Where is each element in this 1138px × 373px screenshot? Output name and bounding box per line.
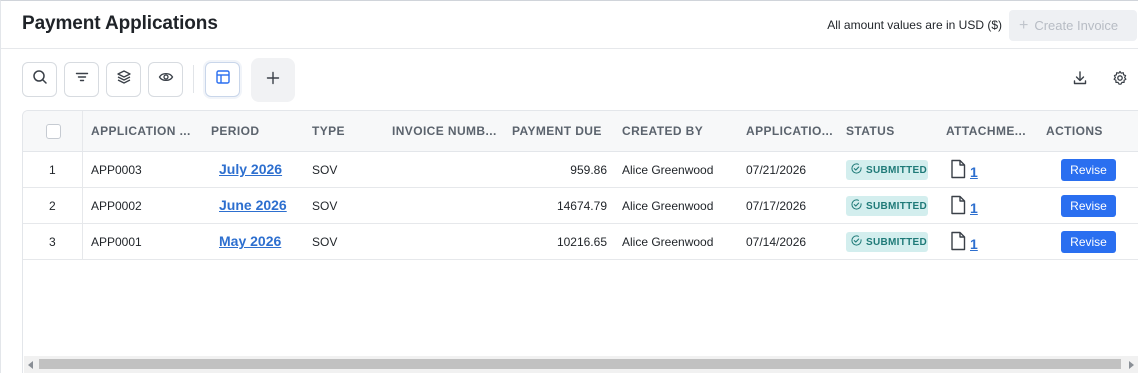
status-label: SUBMITTED <box>866 236 928 248</box>
attachment-count: 1 <box>970 235 978 252</box>
column-header-attachments[interactable]: ATTACHME... <box>946 124 1032 138</box>
attachment-count: 1 <box>970 163 978 180</box>
column-header-application[interactable]: APPLICATION ... <box>91 124 191 138</box>
created-by-value: Alice Greenwood <box>622 163 714 177</box>
column-header-status[interactable]: STATUS <box>846 124 895 138</box>
type-value: SOV <box>312 235 338 249</box>
add-icon <box>265 70 281 91</box>
attachments-link[interactable]: 1 <box>949 159 978 184</box>
check-circle-icon <box>851 235 862 249</box>
application-date-value: 07/14/2026 <box>746 235 807 249</box>
status-badge: SUBMITTED <box>846 232 928 252</box>
column-header-period[interactable]: PERIOD <box>211 124 259 138</box>
column-header-type[interactable]: TYPE <box>312 124 345 138</box>
download-icon <box>1072 70 1088 91</box>
scroll-right-arrow-icon[interactable] <box>1124 356 1138 373</box>
column-header-created-by[interactable]: CREATED BY <box>622 124 703 138</box>
search-icon <box>32 69 48 90</box>
payment-due-value: 10216.65 <box>556 235 607 249</box>
column-visibility-button[interactable] <box>148 62 183 97</box>
column-header-invoice-number[interactable]: INVOICE NUMB... <box>392 124 500 138</box>
row-index: 3 <box>49 235 56 249</box>
table-header-row: APPLICATION ... PERIOD TYPE INVOICE NUMB… <box>23 111 1138 152</box>
type-value: SOV <box>312 199 338 213</box>
payment-due-value: 14674.79 <box>556 199 607 213</box>
created-by-value: Alice Greenwood <box>622 235 714 249</box>
horizontal-scrollbar[interactable] <box>24 356 1138 373</box>
select-all-checkbox[interactable] <box>46 124 61 139</box>
application-date-value: 07/21/2026 <box>746 163 807 177</box>
attachment-count: 1 <box>970 199 978 216</box>
application-id: APP0002 <box>91 199 142 213</box>
table-view-icon <box>215 69 231 90</box>
search-button[interactable] <box>22 62 57 97</box>
filter-button[interactable] <box>64 62 99 97</box>
status-label: SUBMITTED <box>866 164 928 176</box>
period-link[interactable]: May 2026 <box>219 233 281 249</box>
row-index-cell: 2 <box>23 188 83 223</box>
status-label: SUBMITTED <box>866 200 928 212</box>
status-badge: SUBMITTED <box>846 160 928 180</box>
scrollbar-thumb[interactable] <box>39 359 1121 369</box>
currency-note: All amount values are in USD ($) <box>827 18 1002 32</box>
scroll-left-arrow-icon[interactable] <box>24 356 38 373</box>
payment-due-value: 959.86 <box>570 163 607 177</box>
type-value: SOV <box>312 163 338 177</box>
header-select-cell <box>23 111 83 151</box>
row-index: 2 <box>49 199 56 213</box>
row-index-cell: 1 <box>23 152 83 187</box>
attachments-link[interactable]: 1 <box>949 231 978 256</box>
payment-applications-table: APPLICATION ... PERIOD TYPE INVOICE NUMB… <box>22 110 1138 373</box>
filter-icon <box>74 69 90 90</box>
application-id: APP0003 <box>91 163 142 177</box>
layers-icon <box>116 69 132 90</box>
file-icon <box>949 195 967 220</box>
table-row[interactable]: 1 APP0003 July 2026 SOV 959.86 Alice Gre… <box>23 152 1138 188</box>
revise-button[interactable]: Revise <box>1061 231 1116 253</box>
add-view-button[interactable] <box>251 58 295 102</box>
period-link[interactable]: July 2026 <box>219 161 282 177</box>
check-circle-icon <box>851 163 862 177</box>
download-button[interactable] <box>1069 69 1091 91</box>
create-invoice-label: Create Invoice <box>1034 18 1119 33</box>
revise-button[interactable]: Revise <box>1061 195 1116 217</box>
page-title: Payment Applications <box>22 13 218 34</box>
application-date-value: 07/17/2026 <box>746 199 807 213</box>
table-view-button[interactable] <box>205 62 240 97</box>
revise-button[interactable]: Revise <box>1061 159 1116 181</box>
column-header-application-date[interactable]: APPLICATIO... <box>746 124 836 138</box>
toolbar-divider <box>193 65 194 93</box>
row-index-cell: 3 <box>23 224 83 259</box>
create-invoice-button[interactable]: + Create Invoice <box>1009 10 1137 41</box>
table-row[interactable]: 3 APP0001 May 2026 SOV 10216.65 Alice Gr… <box>23 224 1138 260</box>
plus-icon: + <box>1019 16 1029 34</box>
check-circle-icon <box>851 199 862 213</box>
application-id: APP0001 <box>91 235 142 249</box>
status-badge: SUBMITTED <box>846 196 928 216</box>
group-by-button[interactable] <box>106 62 141 97</box>
column-header-payment-due[interactable]: PAYMENT DUE <box>512 124 602 138</box>
column-header-actions: ACTIONS <box>1046 124 1103 138</box>
attachments-link[interactable]: 1 <box>949 195 978 220</box>
app-frame: Payment Applications All amount values a… <box>0 0 1138 373</box>
eye-icon <box>158 69 174 90</box>
table-row[interactable]: 2 APP0002 June 2026 SOV 14674.79 Alice G… <box>23 188 1138 224</box>
created-by-value: Alice Greenwood <box>622 199 714 213</box>
settings-button[interactable] <box>1109 69 1131 91</box>
period-link[interactable]: June 2026 <box>219 197 287 213</box>
file-icon <box>949 231 967 256</box>
gear-icon <box>1112 70 1128 91</box>
page-header: Payment Applications All amount values a… <box>1 1 1138 49</box>
file-icon <box>949 159 967 184</box>
row-index: 1 <box>49 163 56 177</box>
